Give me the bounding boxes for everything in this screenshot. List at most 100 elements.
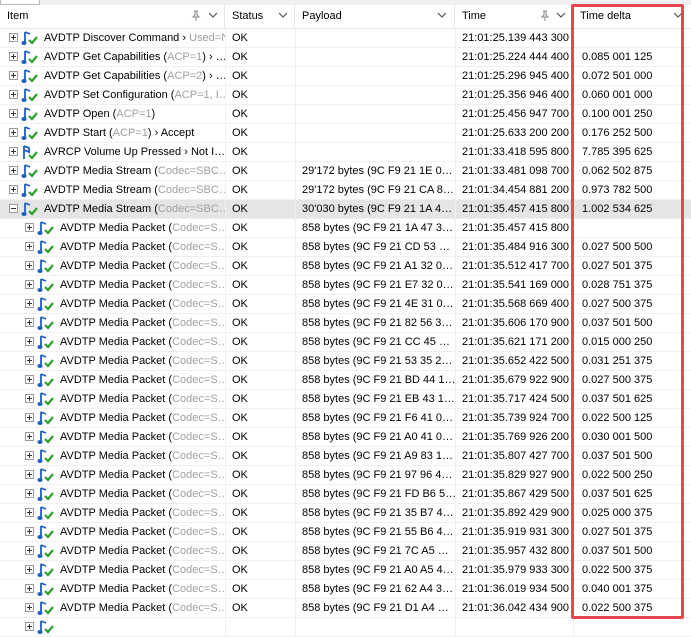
item-label: AVDTP Open (ACP=1) — [44, 105, 155, 123]
packet-row[interactable]: AVDTP Start (ACP=1) › Accept OK 21:01:25.6… — [0, 124, 691, 143]
child-packet-row[interactable]: AVDTP Media Packet (Codec=S… OK 858 bytes … — [0, 504, 691, 523]
expand-plus-icon[interactable] — [25, 489, 34, 498]
child-packet-row[interactable]: AVDTP Media Packet (Codec=S… OK 858 bytes … — [0, 371, 691, 390]
expand-plus-icon[interactable] — [25, 375, 34, 384]
time-delta-cell: 0.027 500 500 — [573, 238, 691, 257]
expand-plus-icon[interactable] — [9, 52, 18, 61]
packet-row[interactable]: AVDTP Get Capabilities (ACP=2) › … OK 21:0… — [0, 67, 691, 86]
expand-plus-icon[interactable] — [9, 109, 18, 118]
child-packet-row[interactable]: AVDTP Media Packet (Codec=S… OK 858 bytes … — [0, 390, 691, 409]
column-header-time-delta[interactable]: Time delta — [573, 5, 691, 28]
expand-plus-icon[interactable] — [25, 451, 34, 460]
chevron-down-icon[interactable] — [278, 10, 288, 20]
column-header-item[interactable]: Item — [0, 5, 225, 28]
status-cell: OK — [225, 143, 295, 162]
child-packet-row[interactable]: AVDTP Media Packet (Codec=S… OK 858 bytes … — [0, 580, 691, 599]
time-cell: 21:01:35.892 429 900 — [455, 504, 573, 523]
expand-plus-icon[interactable] — [25, 318, 34, 327]
column-header-payload[interactable]: Payload — [295, 5, 455, 28]
expand-plus-icon[interactable] — [25, 413, 34, 422]
status-cell: OK — [225, 409, 295, 428]
item-label: AVDTP Media Packet (Codec=S… — [60, 561, 225, 579]
column-header-time-delta-label: Time delta — [580, 10, 631, 22]
time-delta-cell: 0.027 501 375 — [573, 257, 691, 276]
item-params: Codec=S… — [172, 469, 225, 481]
item-params: Codec=SBC… — [157, 203, 225, 215]
child-packet-row[interactable]: AVDTP Media Packet (Codec=S… OK 858 bytes … — [0, 409, 691, 428]
expand-plus-icon[interactable] — [25, 470, 34, 479]
child-packet-row[interactable]: AVDTP Media Packet (Codec=S… OK 858 bytes … — [0, 542, 691, 561]
expand-plus-icon[interactable] — [25, 337, 34, 346]
expand-plus-icon[interactable] — [25, 242, 34, 251]
child-packet-row[interactable]: AVDTP Media Packet (Codec=S… OK 858 bytes … — [0, 333, 691, 352]
pin-icon[interactable] — [540, 10, 550, 21]
expand-plus-icon[interactable] — [9, 166, 18, 175]
chevron-down-icon[interactable] — [673, 10, 683, 20]
item-cell: AVDTP Media Packet (Codec=S… — [0, 219, 225, 238]
child-packet-row[interactable]: AVDTP Media Packet (Codec=S… OK 858 bytes … — [0, 485, 691, 504]
payload-cell — [295, 67, 455, 86]
expand-plus-icon[interactable] — [25, 603, 34, 612]
child-packet-row[interactable]: AVDTP Media Packet (Codec=S… OK 858 bytes … — [0, 219, 691, 238]
expand-plus-icon[interactable] — [25, 565, 34, 574]
child-packet-row[interactable]: AVDTP Media Packet (Codec=S… OK 858 bytes … — [0, 276, 691, 295]
child-packet-row[interactable]: AVDTP Media Packet (Codec=S… OK 858 bytes … — [0, 352, 691, 371]
expand-plus-icon[interactable] — [25, 622, 34, 631]
time-delta-cell: 0.037 501 500 — [573, 314, 691, 333]
child-packet-row[interactable]: AVDTP Media Packet (Codec=S… OK 858 bytes … — [0, 466, 691, 485]
packet-row[interactable]: AVDTP Media Stream (Codec=SBC… OK 29'172 b… — [0, 181, 691, 200]
packet-row[interactable]: AVDTP Open (ACP=1) OK 21:01:25.456 947 700… — [0, 105, 691, 124]
item-cell: AVDTP Set Configuration (ACP=1, I… — [0, 86, 225, 105]
chevron-down-icon[interactable] — [437, 10, 447, 20]
payload-cell: 858 bytes (9C F9 21 A0 A5 4… — [295, 561, 455, 580]
expand-plus-icon[interactable] — [25, 223, 34, 232]
child-packet-row[interactable]: AVDTP Media Packet (Codec=S… OK 858 bytes … — [0, 599, 691, 618]
item-label: AVDTP Start (ACP=1) › Accept — [44, 124, 194, 142]
child-packet-row[interactable]: AVDTP Media Packet (Codec=S… OK 858 bytes … — [0, 238, 691, 257]
payload-cell: 858 bytes (9C F9 21 F6 41 0… — [295, 409, 455, 428]
time-delta-cell: 0.037 501 625 — [573, 485, 691, 504]
item-params: Codec=S… — [172, 545, 225, 557]
child-packet-row[interactable] — [0, 618, 691, 637]
item-params: Codec=S… — [172, 583, 225, 595]
expand-plus-icon[interactable] — [25, 584, 34, 593]
expand-plus-icon[interactable] — [9, 33, 18, 42]
expand-plus-icon[interactable] — [25, 527, 34, 536]
expand-plus-icon[interactable] — [9, 185, 18, 194]
expand-plus-icon[interactable] — [9, 147, 18, 156]
pin-icon[interactable] — [191, 10, 201, 21]
child-packet-row[interactable]: AVDTP Media Packet (Codec=S… OK 858 bytes … — [0, 295, 691, 314]
child-packet-row[interactable]: AVDTP Media Packet (Codec=S… OK 858 bytes … — [0, 523, 691, 542]
expand-plus-icon[interactable] — [9, 128, 18, 137]
packet-row[interactable]: AVDTP Get Capabilities (ACP=1) › … OK 21:0… — [0, 48, 691, 67]
collapse-minus-icon[interactable] — [9, 204, 18, 213]
item-label: AVDTP Media Packet (Codec=S… — [60, 333, 225, 351]
expand-plus-icon[interactable] — [25, 261, 34, 270]
column-header-time[interactable]: Time — [455, 5, 573, 28]
chevron-down-icon[interactable] — [208, 10, 218, 20]
time-delta-cell: 0.085 001 125 — [573, 48, 691, 67]
time-cell: 21:01:35.769 926 200 — [455, 428, 573, 447]
packet-row[interactable]: AVDTP Discover Command › Used=N…OK 21:01:… — [0, 29, 691, 48]
packet-row[interactable]: AVDTP Set Configuration (ACP=1, I… OK 21:0… — [0, 86, 691, 105]
time-delta-cell: 7.785 395 625 — [573, 143, 691, 162]
expand-plus-icon[interactable] — [25, 394, 34, 403]
child-packet-row[interactable]: AVDTP Media Packet (Codec=S… OK 858 bytes … — [0, 257, 691, 276]
expand-plus-icon[interactable] — [25, 546, 34, 555]
child-packet-row[interactable]: AVDTP Media Packet (Codec=S… OK 858 bytes … — [0, 561, 691, 580]
child-packet-row[interactable]: AVDTP Media Packet (Codec=S… OK 858 bytes … — [0, 428, 691, 447]
chevron-down-icon[interactable] — [556, 10, 566, 20]
expand-plus-icon[interactable] — [25, 356, 34, 365]
expand-plus-icon[interactable] — [9, 90, 18, 99]
column-header-status[interactable]: Status — [225, 5, 295, 28]
expand-plus-icon[interactable] — [25, 299, 34, 308]
child-packet-row[interactable]: AVDTP Media Packet (Codec=S… OK 858 bytes … — [0, 447, 691, 466]
child-packet-row[interactable]: AVDTP Media Packet (Codec=S… OK 858 bytes … — [0, 314, 691, 333]
expand-plus-icon[interactable] — [25, 432, 34, 441]
expand-plus-icon[interactable] — [9, 71, 18, 80]
packet-row[interactable]: AVDTP Media Stream (Codec=SBC… OK 30'030 b… — [0, 200, 691, 219]
packet-row[interactable]: AVDTP Media Stream (Codec=SBC… OK 29'172 b… — [0, 162, 691, 181]
packet-row[interactable]: AVRCP Volume Up Pressed › Not I… OK 21:01:… — [0, 143, 691, 162]
expand-plus-icon[interactable] — [25, 280, 34, 289]
expand-plus-icon[interactable] — [25, 508, 34, 517]
